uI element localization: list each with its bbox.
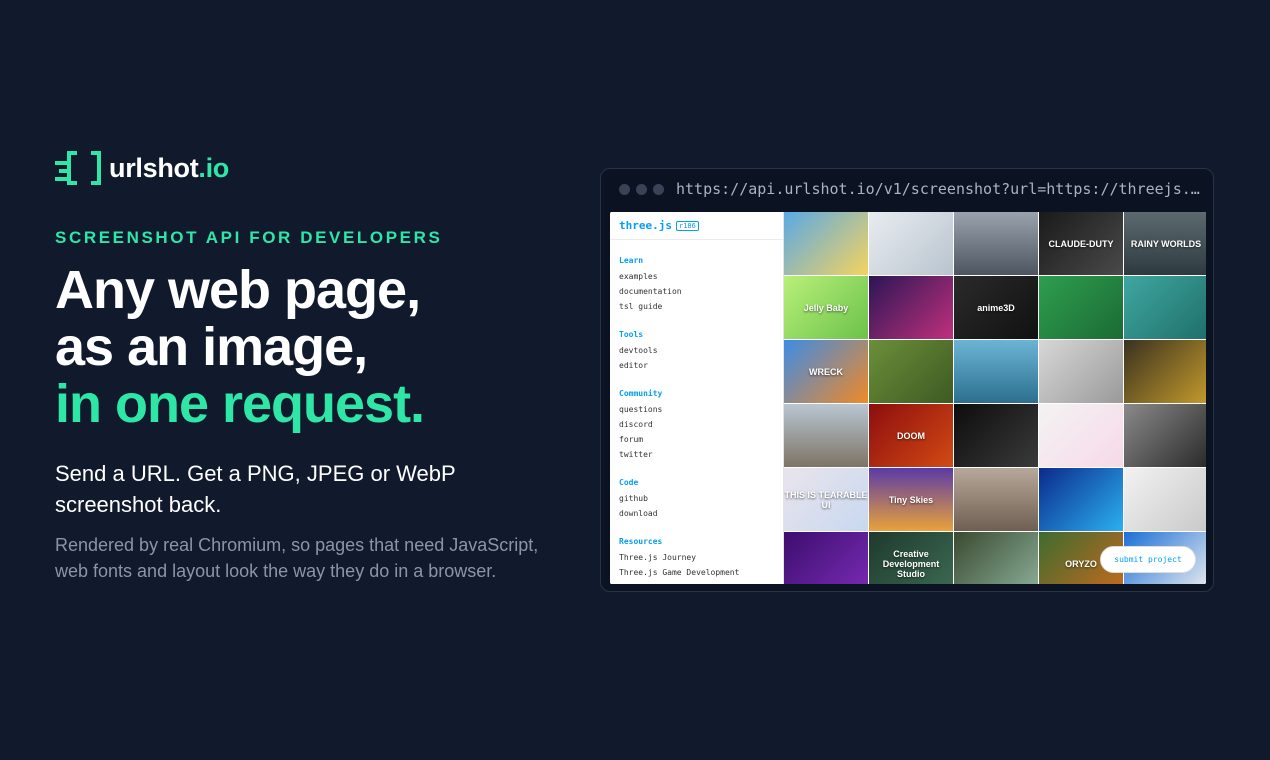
project-thumbnail[interactable] bbox=[1039, 468, 1123, 531]
threejs-nav-link[interactable]: discord bbox=[619, 417, 783, 432]
project-thumbnail[interactable]: THIS IS TEARABLE UI bbox=[784, 468, 868, 531]
project-thumbnail[interactable] bbox=[1039, 404, 1123, 467]
threejs-nav-link[interactable]: Three.js Game Development bbox=[619, 565, 783, 580]
threejs-nav-link[interactable]: editor bbox=[619, 358, 783, 373]
project-thumbnail[interactable] bbox=[1124, 276, 1206, 339]
threejs-nav-link[interactable]: github bbox=[619, 491, 783, 506]
address-bar-url[interactable]: https://api.urlshot.io/v1/screenshot?url… bbox=[676, 180, 1204, 198]
threejs-nav-section-title: Learn bbox=[619, 256, 644, 265]
project-thumbnail[interactable] bbox=[1039, 340, 1123, 403]
project-thumbnail[interactable]: DOOM bbox=[869, 404, 953, 467]
project-thumbnail[interactable]: Jelly Baby bbox=[784, 276, 868, 339]
threejs-sidebar: three.js r186 Learn examples documentation… bbox=[610, 212, 784, 584]
project-thumbnail[interactable] bbox=[954, 212, 1038, 275]
project-thumbnail-title: THIS IS TEARABLE UI bbox=[784, 489, 868, 510]
threejs-nav-link[interactable]: devtools bbox=[619, 343, 783, 358]
submit-project-button[interactable]: submit project bbox=[1100, 546, 1196, 573]
threejs-nav-section: Community questions discord forum twitter bbox=[610, 389, 783, 462]
threejs-revision-badge: r186 bbox=[675, 220, 699, 231]
project-thumbnail[interactable] bbox=[1124, 340, 1206, 403]
project-thumbnail-title: WRECK bbox=[809, 366, 843, 377]
threejs-nav-section: Learn examples documentation tsl guide bbox=[610, 256, 783, 314]
project-thumbnail[interactable] bbox=[954, 404, 1038, 467]
threejs-nav-section-title: Community bbox=[619, 389, 663, 398]
threejs-nav-link[interactable]: tsl guide bbox=[619, 299, 783, 314]
threejs-nav: Learn examples documentation tsl guide Tools… bbox=[610, 256, 783, 580]
headline-line-3: in one request. bbox=[55, 374, 425, 434]
project-thumbnail[interactable] bbox=[954, 468, 1038, 531]
project-thumbnail[interactable] bbox=[784, 532, 868, 584]
project-thumbnail[interactable] bbox=[784, 212, 868, 275]
threejs-title[interactable]: three.js bbox=[619, 219, 672, 232]
project-thumbnail[interactable] bbox=[869, 276, 953, 339]
window-dot-icon bbox=[619, 184, 630, 195]
headline-line-1: Any web page, bbox=[55, 260, 421, 320]
threejs-nav-section: Resources Three.js Journey Three.js Game D… bbox=[610, 537, 783, 580]
threejs-nav-link[interactable]: download bbox=[619, 506, 783, 521]
project-thumbnail[interactable] bbox=[869, 340, 953, 403]
project-thumbnail[interactable]: anime3D bbox=[954, 276, 1038, 339]
project-thumbnail[interactable]: Creative Development Studio bbox=[869, 532, 953, 584]
project-thumbnail[interactable]: RAINY WORLDS bbox=[1124, 212, 1206, 275]
threejs-nav-link[interactable]: documentation bbox=[619, 284, 783, 299]
hero-headline: Any web page, as an image, in one reques… bbox=[55, 260, 425, 434]
project-thumbnail-title: Creative Development Studio bbox=[882, 548, 940, 579]
project-thumbnail-title: Jelly Baby bbox=[803, 302, 849, 313]
threejs-nav-link[interactable]: forum bbox=[619, 432, 783, 447]
threejs-nav-section-title: Resources bbox=[619, 537, 663, 546]
hero-description: Rendered by real Chromium, so pages that… bbox=[55, 535, 539, 581]
threejs-nav-section-title: Code bbox=[619, 478, 639, 487]
threejs-nav-section: Tools devtools editor bbox=[610, 330, 783, 373]
hero-subheadline: Send a URL. Get a PNG, JPEG or WebP scre… bbox=[55, 461, 456, 517]
project-thumbnail[interactable] bbox=[1124, 468, 1206, 531]
hero-eyebrow: SCREENSHOT API FOR DEVELOPERS bbox=[55, 228, 443, 247]
brand-logo[interactable]: urlshot.io bbox=[55, 150, 229, 186]
brand-name-tld: .io bbox=[198, 152, 230, 183]
window-dot-icon bbox=[636, 184, 647, 195]
project-thumbnail[interactable] bbox=[954, 532, 1038, 584]
threejs-nav-section-title: Tools bbox=[619, 330, 644, 339]
project-thumbnail[interactable] bbox=[784, 404, 868, 467]
threejs-nav-section: Code github download bbox=[610, 478, 783, 521]
brand-name-main: urlshot bbox=[109, 152, 199, 183]
window-controls bbox=[619, 184, 664, 195]
threejs-nav-link[interactable]: examples bbox=[619, 269, 783, 284]
project-thumbnail[interactable]: WRECK bbox=[784, 340, 868, 403]
project-thumbnail-grid: CLAUDE-DUTY RAINY WORLDS Jelly Baby anime3D… bbox=[784, 212, 1206, 584]
browser-window: https://api.urlshot.io/v1/screenshot?url… bbox=[600, 168, 1214, 592]
project-thumbnail[interactable]: Tiny Skies bbox=[869, 468, 953, 531]
bracket-logo-icon bbox=[55, 150, 103, 186]
threejs-nav-link[interactable]: twitter bbox=[619, 447, 783, 462]
project-thumbnail-title: CLAUDE-DUTY bbox=[1048, 238, 1114, 249]
project-thumbnail[interactable]: CLAUDE-DUTY bbox=[1039, 212, 1123, 275]
threejs-header: three.js r186 bbox=[610, 212, 783, 240]
project-thumbnail-title: Tiny Skies bbox=[888, 494, 934, 505]
screenshot-preview: three.js r186 Learn examples documentation… bbox=[610, 212, 1206, 584]
project-thumbnail-title: anime3D bbox=[977, 302, 1015, 313]
project-thumbnail[interactable] bbox=[1039, 276, 1123, 339]
brand-name: urlshot.io bbox=[109, 153, 229, 184]
threejs-nav-link[interactable]: questions bbox=[619, 402, 783, 417]
project-thumbnail-title: RAINY WORLDS bbox=[1130, 238, 1202, 249]
threejs-nav-link[interactable]: Three.js Journey bbox=[619, 550, 783, 565]
project-thumbnail[interactable] bbox=[954, 340, 1038, 403]
project-thumbnail[interactable] bbox=[869, 212, 953, 275]
window-dot-icon bbox=[653, 184, 664, 195]
headline-line-2: as an image, bbox=[55, 317, 368, 377]
project-thumbnail-title: DOOM bbox=[897, 430, 925, 441]
project-thumbnail[interactable] bbox=[1124, 404, 1206, 467]
